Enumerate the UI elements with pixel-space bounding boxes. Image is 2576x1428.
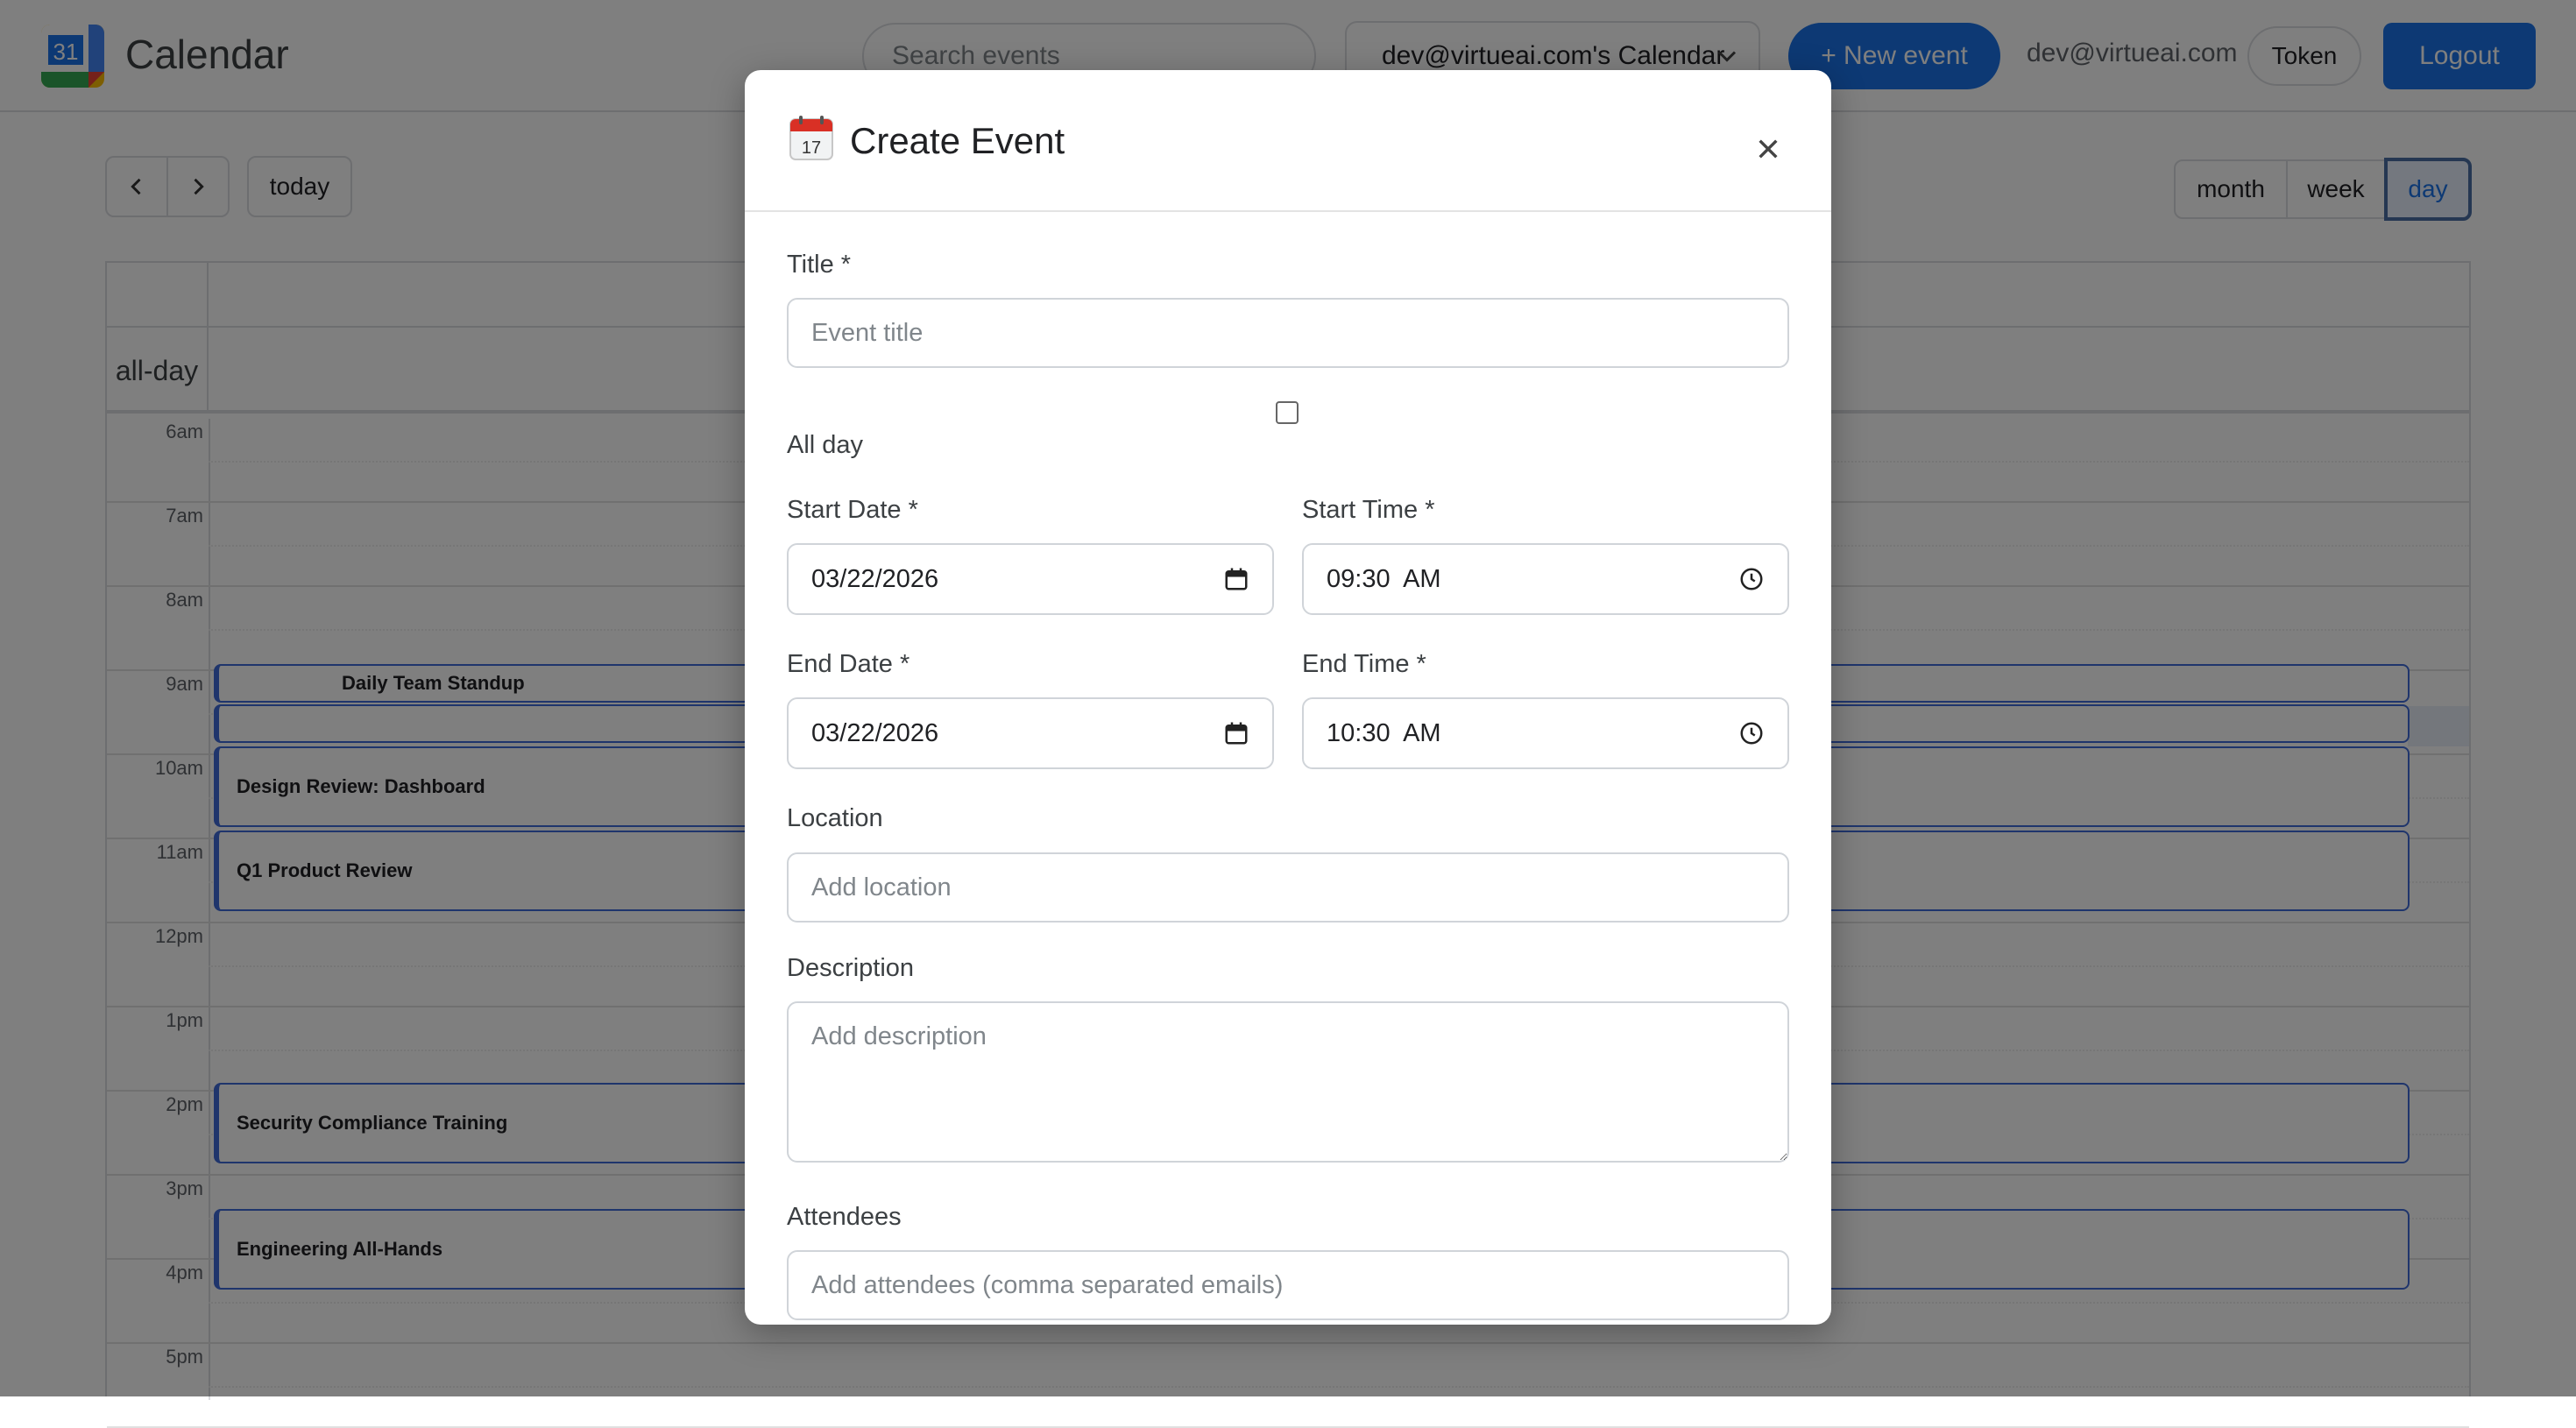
calendar-icon-day: 17 <box>802 138 821 158</box>
start-date-input[interactable]: 03/22/2026 <box>787 543 1274 615</box>
calendar-icon: 17 <box>789 116 834 161</box>
create-event-dialog: 17 Create Event Title * All day Start Da… <box>745 70 1831 1325</box>
end-time-input[interactable]: 10:30 AM <box>1302 697 1789 769</box>
title-label: Title * <box>787 251 852 279</box>
end-time-value: 10:30 AM <box>1327 718 1441 747</box>
allday-label: All day <box>787 431 864 459</box>
start-time-label: Start Time * <box>1302 496 1435 524</box>
calendar-picker-icon[interactable] <box>1223 720 1249 746</box>
attendees-input[interactable] <box>787 1250 1789 1320</box>
clock-icon[interactable] <box>1738 720 1765 746</box>
end-date-value: 03/22/2026 <box>811 718 939 747</box>
description-label: Description <box>787 954 915 982</box>
location-label: Location <box>787 804 883 832</box>
start-time-value: 09:30 AM <box>1327 564 1441 593</box>
start-time-input[interactable]: 09:30 AM <box>1302 543 1789 615</box>
start-date-value: 03/22/2026 <box>811 564 939 593</box>
close-icon <box>1759 139 1778 159</box>
clock-icon[interactable] <box>1738 566 1765 592</box>
end-date-input[interactable]: 03/22/2026 <box>787 697 1274 769</box>
description-input[interactable] <box>787 1001 1789 1163</box>
calendar-picker-icon[interactable] <box>1223 566 1249 592</box>
close-button[interactable] <box>1742 123 1794 175</box>
end-date-label: End Date * <box>787 650 910 678</box>
event-title-input[interactable] <box>787 298 1789 368</box>
dialog-title: Create Event <box>850 120 1065 161</box>
start-date-label: Start Date * <box>787 496 918 524</box>
attendees-label: Attendees <box>787 1203 902 1231</box>
dialog-header: 17 Create Event <box>745 70 1831 212</box>
end-time-label: End Time * <box>1302 650 1426 678</box>
location-input[interactable] <box>787 852 1789 923</box>
allday-checkbox[interactable] <box>1276 401 1299 424</box>
